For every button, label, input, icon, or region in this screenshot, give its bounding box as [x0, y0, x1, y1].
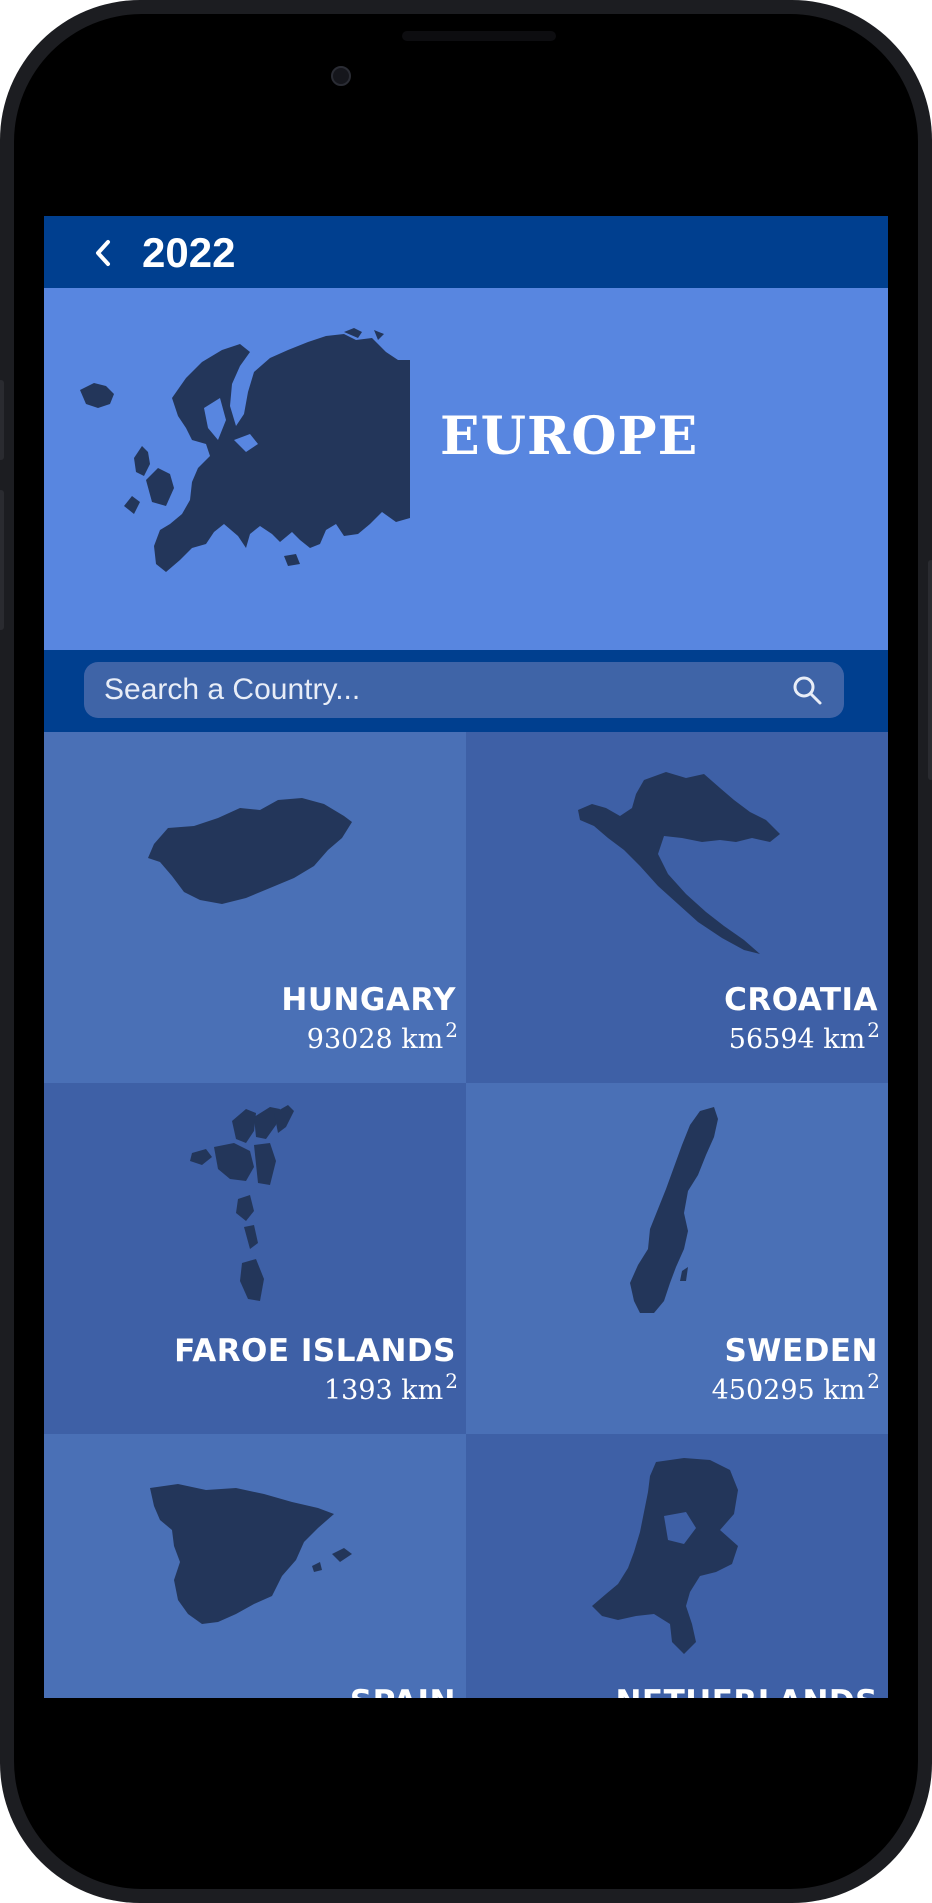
region-hero: EUROPE [44, 288, 888, 650]
country-tile-netherlands[interactable]: NETHERLANDS [466, 1434, 888, 1698]
country-tile-spain[interactable]: SPAIN [44, 1434, 466, 1698]
country-name: NETHERLANDS [615, 1684, 878, 1698]
search-placeholder: Search a Country... [104, 673, 361, 706]
country-area: 450295 km 2 [711, 1369, 880, 1406]
country-name: SWEDEN [724, 1333, 878, 1369]
country-area: 1393 km 2 [323, 1369, 458, 1406]
croatia-map-icon [578, 772, 780, 954]
phone-frame: 2022 EUROPE Search a Country... HUNGARY … [0, 0, 932, 1903]
app-screen: 2022 EUROPE Search a Country... HUNGARY … [44, 216, 888, 1698]
back-button[interactable] [86, 236, 120, 270]
country-tile-faroe-islands[interactable]: FAROE ISLANDS 1393 km 2 [44, 1083, 466, 1434]
power-button [928, 560, 932, 780]
page-title: 2022 [142, 229, 236, 276]
europe-map-icon [80, 328, 410, 572]
country-name: SPAIN [350, 1684, 456, 1698]
country-name: CROATIA [724, 982, 878, 1018]
search-input[interactable]: Search a Country... [84, 662, 844, 718]
search-bar: Search a Country... [44, 650, 888, 732]
speaker-grille [402, 31, 556, 41]
country-area: 56594 km 2 [728, 1018, 880, 1055]
faroe-islands-map-icon [190, 1105, 294, 1301]
country-tile-hungary[interactable]: HUNGARY 93028 km 2 [44, 732, 466, 1083]
front-camera [331, 66, 351, 86]
chevron-left-icon [96, 240, 110, 266]
volume-down-button [0, 490, 4, 630]
country-name: FAROE ISLANDS [174, 1333, 456, 1369]
volume-up-button [0, 380, 4, 460]
hungary-map-icon [148, 798, 352, 904]
spain-map-icon [150, 1484, 352, 1624]
netherlands-map-icon [592, 1458, 738, 1654]
country-tile-sweden[interactable]: SWEDEN 450295 km 2 [466, 1083, 888, 1434]
search-icon[interactable] [790, 673, 824, 707]
top-app-bar: 2022 [44, 216, 888, 288]
region-title: EUROPE [440, 406, 699, 467]
country-tile-croatia[interactable]: CROATIA 56594 km 2 [466, 732, 888, 1083]
country-area: 93028 km 2 [306, 1018, 458, 1055]
country-name: HUNGARY [281, 982, 456, 1018]
sweden-map-icon [630, 1107, 718, 1313]
